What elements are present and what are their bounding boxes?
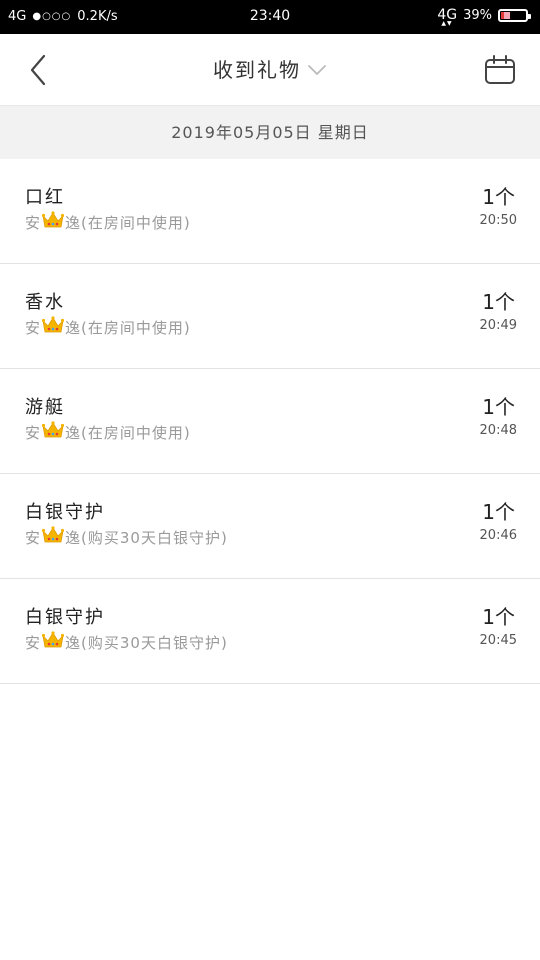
sender-suffix: 逸 (65, 213, 82, 232)
gift-quantity: 1个 (482, 395, 515, 419)
app-header: 收到礼物 (0, 34, 540, 106)
crown-icon (41, 211, 65, 233)
sender-prefix: 安 (25, 528, 42, 547)
sender-line: 安 逸 (在房间中使用) (25, 211, 191, 233)
battery-percent: 39% (463, 7, 492, 23)
sender-suffix: 逸 (65, 318, 82, 337)
sender-line: 安 逸 (在房间中使用) (25, 316, 191, 338)
gift-quantity: 1个 (482, 185, 515, 209)
gift-note: (购买30天白银守护) (81, 528, 228, 547)
gift-note: (在房间中使用) (81, 213, 191, 232)
sender-suffix: 逸 (65, 528, 82, 547)
sender-suffix: 逸 (65, 633, 82, 652)
crown-icon (41, 421, 65, 443)
gift-name: 白银守护 (25, 607, 105, 628)
gift-name: 香水 (25, 292, 65, 313)
sender-line: 安 逸 (购买30天白银守护) (25, 631, 228, 653)
chevron-down-icon (308, 64, 326, 75)
gift-note: (在房间中使用) (81, 423, 191, 442)
sender-prefix: 安 (25, 318, 42, 337)
title-dropdown[interactable]: 收到礼物 (0, 54, 540, 83)
list-item[interactable]: 白银守护 安 逸 (购买30天白银守护) 1个 20:46 (0, 474, 540, 579)
crown-icon (41, 631, 65, 653)
gift-time: 20:48 (479, 423, 517, 438)
gift-name: 白银守护 (25, 502, 105, 523)
sender-line: 安 逸 (购买30天白银守护) (25, 526, 228, 548)
crown-icon (41, 526, 65, 548)
crown-icon (41, 316, 65, 338)
gift-name: 游艇 (25, 397, 65, 418)
battery-icon (498, 8, 531, 22)
battery-low-segment (501, 11, 504, 19)
date-section-header: 2019年05月05日 星期日 (0, 106, 540, 159)
gift-time: 20:49 (479, 318, 517, 333)
gift-time: 20:46 (479, 528, 517, 543)
gift-quantity: 1个 (482, 500, 515, 524)
sender-prefix: 安 (25, 213, 42, 232)
status-bar: 4G ●○○○ 0.2K/s 23:40 4G ▲▼ 39% (0, 0, 540, 34)
list-item[interactable]: 香水 安 逸 (在房间中使用) 1个 20:49 (0, 264, 540, 369)
battery-fill (501, 11, 511, 19)
page-title: 收到礼物 (213, 58, 301, 82)
gift-name: 口红 (25, 187, 65, 208)
gift-time: 20:45 (479, 633, 517, 648)
list-item[interactable]: 游艇 安 逸 (在房间中使用) 1个 20:48 (0, 369, 540, 474)
gift-note: (购买30天白银守护) (81, 633, 228, 652)
data-arrows-icon: ▲▼ (441, 20, 453, 27)
list-item[interactable]: 白银守护 安 逸 (购买30天白银守护) 1个 20:45 (0, 579, 540, 684)
sender-suffix: 逸 (65, 423, 82, 442)
gift-list: 口红 安 逸 (在房间中使用) 1个 20:50 香水 安 逸 (在房间中使用)… (0, 159, 540, 684)
gift-quantity: 1个 (482, 290, 515, 314)
sender-line: 安 逸 (在房间中使用) (25, 421, 191, 443)
gift-note: (在房间中使用) (81, 318, 191, 337)
status-right: 4G ▲▼ 39% (437, 7, 531, 27)
calendar-button[interactable] (484, 54, 516, 86)
gift-time: 20:50 (479, 213, 517, 228)
list-item[interactable]: 口红 安 逸 (在房间中使用) 1个 20:50 (0, 159, 540, 264)
gift-quantity: 1个 (482, 605, 515, 629)
calendar-icon (485, 55, 515, 84)
network-type-right: 4G ▲▼ (437, 7, 457, 27)
sender-prefix: 安 (25, 423, 42, 442)
sender-prefix: 安 (25, 633, 42, 652)
